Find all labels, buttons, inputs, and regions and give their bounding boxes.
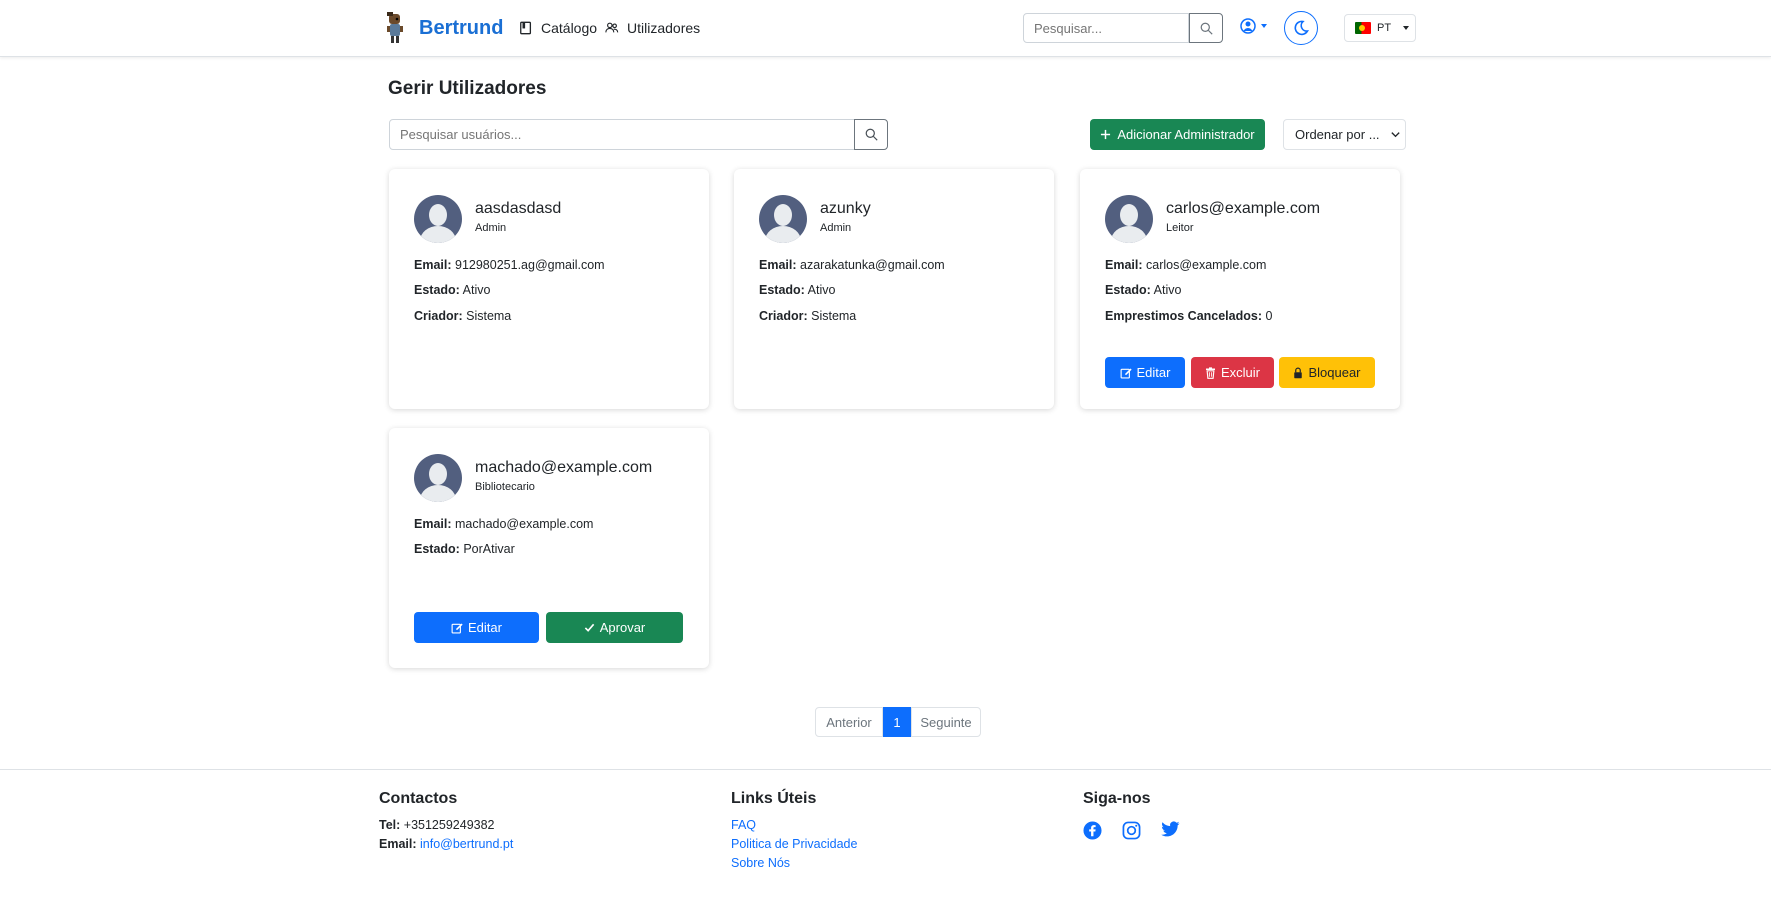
user-status: Estado: Ativo <box>414 283 491 297</box>
pagination-next[interactable]: Seguinte <box>911 707 981 737</box>
user-card: azunky Admin Email: azarakatunka@gmail.c… <box>734 169 1054 409</box>
footer-email-link[interactable]: info@bertrund.pt <box>420 837 513 851</box>
add-admin-button[interactable]: Adicionar Administrador <box>1090 119 1265 150</box>
instagram-icon[interactable] <box>1122 821 1141 840</box>
user-card: carlos@example.com Leitor Email: carlos@… <box>1080 169 1400 409</box>
avatar <box>1105 195 1153 243</box>
user-email: Email: azarakatunka@gmail.com <box>759 258 945 272</box>
user-creator: Criador: Sistema <box>759 309 857 323</box>
avatar <box>414 454 462 502</box>
lock-icon <box>1294 367 1303 378</box>
footer: Contactos Tel: +351259249382 Email: info… <box>0 769 1771 914</box>
footer-follow-title: Siga-nos <box>1083 790 1151 807</box>
search-icon <box>865 128 878 141</box>
nav-users[interactable]: Utilizadores <box>605 20 700 36</box>
approve-button[interactable]: Aprovar <box>546 612 683 643</box>
facebook-icon[interactable] <box>1083 821 1102 840</box>
user-card: machado@example.com Bibliotecario Email:… <box>389 428 709 668</box>
user-menu-dropdown[interactable] <box>1240 18 1267 34</box>
edit-icon <box>1120 368 1132 378</box>
nav-catalog-label: Catálogo <box>541 20 598 36</box>
chevron-down-icon <box>1390 132 1400 138</box>
user-name: aasdasdasd <box>475 200 562 217</box>
language-label: PT <box>1377 22 1392 34</box>
logo-icon[interactable] <box>384 12 406 44</box>
book-icon <box>520 21 532 35</box>
user-card: aasdasdasd Admin Email: 912980251.ag@gma… <box>389 169 709 409</box>
user-name: machado@example.com <box>475 459 653 476</box>
navbar-search-button[interactable] <box>1189 13 1223 43</box>
navbar: Bertrund Catálogo Utilizadores PT <box>0 0 1771 57</box>
nav-users-label: Utilizadores <box>627 20 701 36</box>
user-name: carlos@example.com <box>1166 200 1321 217</box>
user-status: Estado: Ativo <box>1105 283 1182 297</box>
user-cancelled-loans: Emprestimos Cancelados: 0 <box>1105 309 1273 323</box>
footer-links-title: Links Úteis <box>731 790 817 807</box>
avatar <box>414 195 462 243</box>
edit-icon <box>451 623 463 633</box>
chevron-down-icon <box>1261 24 1267 28</box>
user-email: Email: 912980251.ag@gmail.com <box>414 258 605 272</box>
user-name: azunky <box>820 200 871 217</box>
footer-contacts-title: Contactos <box>379 790 458 807</box>
pagination: Anterior 1 Seguinte <box>815 707 981 737</box>
user-role: Admin <box>475 222 507 234</box>
user-role: Leitor <box>1166 222 1194 234</box>
users-search-input[interactable] <box>389 119 855 150</box>
footer-link-faq[interactable]: FAQ <box>731 818 756 832</box>
users-search-button[interactable] <box>854 119 888 150</box>
moon-icon <box>1294 20 1309 36</box>
avatar <box>759 195 807 243</box>
user-status: Estado: Ativo <box>759 283 836 297</box>
sort-label: Ordenar por ... <box>1295 127 1380 142</box>
page-title: Gerir Utilizadores <box>388 78 547 99</box>
add-admin-label: Adicionar Administrador <box>1117 127 1255 142</box>
language-selector[interactable]: PT <box>1344 14 1416 42</box>
user-circle-icon <box>1240 18 1256 34</box>
user-role: Admin <box>820 222 852 234</box>
footer-link-privacy[interactable]: Politica de Privacidade <box>731 837 857 851</box>
navbar-search-input[interactable] <box>1023 13 1189 43</box>
social-links <box>1083 821 1180 840</box>
footer-link-about[interactable]: Sobre Nós <box>731 856 790 870</box>
user-role: Bibliotecario <box>475 481 535 493</box>
chevron-down-icon <box>1403 26 1410 30</box>
nav-catalog[interactable]: Catálogo <box>519 20 597 36</box>
plus-icon <box>1101 129 1111 140</box>
brand-name[interactable]: Bertrund <box>419 17 503 40</box>
edit-button[interactable]: Editar <box>414 612 539 643</box>
pagination-prev[interactable]: Anterior <box>815 707 883 737</box>
footer-email: Email: info@bertrund.pt <box>379 837 514 851</box>
theme-toggle-button[interactable] <box>1284 11 1318 45</box>
footer-tel: Tel: +351259249382 <box>379 818 495 832</box>
users-icon <box>605 22 619 33</box>
check-icon <box>584 623 594 632</box>
search-icon <box>1200 22 1213 35</box>
twitter-icon[interactable] <box>1161 821 1180 838</box>
edit-button[interactable]: Editar <box>1105 357 1185 388</box>
user-status: Estado: PorAtivar <box>414 542 515 556</box>
pagination-page-1[interactable]: 1 <box>883 707 911 737</box>
user-email: Email: carlos@example.com <box>1105 258 1267 272</box>
trash-icon <box>1205 366 1215 379</box>
delete-button[interactable]: Excluir <box>1191 357 1274 388</box>
flag-pt-icon <box>1355 22 1371 34</box>
sort-dropdown[interactable]: Ordenar por ... <box>1283 119 1406 150</box>
block-button[interactable]: Bloquear <box>1279 357 1375 388</box>
user-email: Email: machado@example.com <box>414 517 594 531</box>
user-creator: Criador: Sistema <box>414 309 512 323</box>
